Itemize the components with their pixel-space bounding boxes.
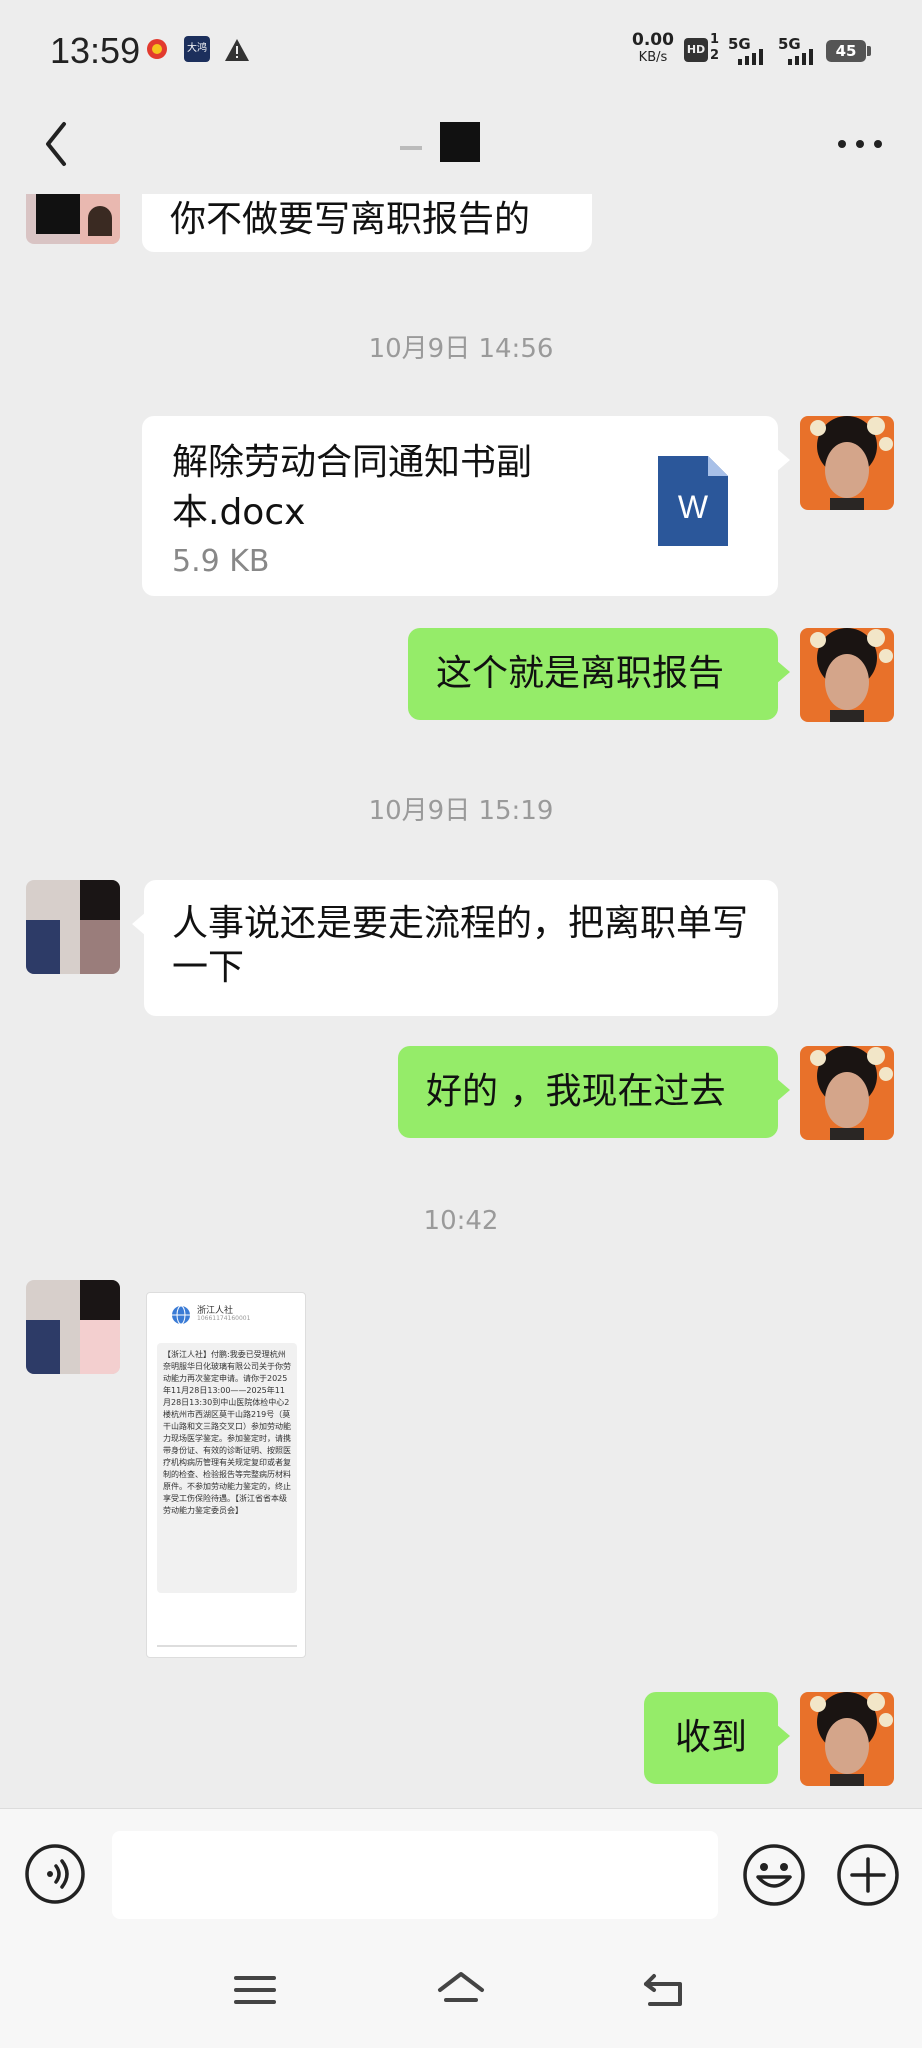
message-bubble[interactable]: 这个就是离职报告: [408, 628, 790, 720]
system-nav-bar: [0, 1928, 922, 2048]
word-file-icon: W: [658, 456, 728, 546]
voice-icon[interactable]: [24, 1843, 86, 1905]
thumb-body: 【浙江人社】付鹏:我委已受理杭州奈明服华日化玻璃有限公司关于你劳动能力再次鉴定申…: [157, 1343, 297, 1593]
status-bar: 13:59 大鸿 0.00 KB/s HD 12 5G 5G 45: [0, 0, 922, 102]
battery-icon: 45: [826, 40, 866, 62]
menu-icon[interactable]: [230, 1970, 280, 2010]
message-text: 你不做要写离职报告的: [170, 199, 531, 240]
sim-labels: 12: [710, 32, 720, 63]
thumb-subtitle: 10661174160001: [197, 1315, 251, 1322]
avatar-self[interactable]: [800, 1692, 894, 1786]
more-dots-icon[interactable]: [830, 124, 890, 164]
app-notification-icon: [147, 39, 167, 59]
message-bubble[interactable]: 收到: [644, 1692, 790, 1784]
avatar-contact[interactable]: [26, 1280, 120, 1374]
avatar-self[interactable]: [800, 416, 894, 510]
self-avatar-icon: [800, 416, 894, 510]
file-size: 5.9 KB: [172, 544, 270, 579]
avatar-contact[interactable]: [26, 194, 120, 244]
hd-icon: HD: [684, 38, 708, 62]
back-icon[interactable]: [640, 1970, 690, 2010]
message-text: 好的 ，我现在过去: [426, 1071, 726, 1112]
self-avatar-icon: [800, 628, 894, 722]
chat-title-redacted: [400, 120, 480, 162]
message-text: 这个就是离职报告: [436, 653, 725, 694]
message-text: 收到: [674, 1717, 747, 1758]
avatar-self[interactable]: [800, 628, 894, 722]
signal-5g-1: 5G: [728, 34, 766, 65]
emoji-icon[interactable]: [742, 1843, 806, 1907]
input-bar: [0, 1808, 922, 1928]
home-icon[interactable]: [436, 1970, 486, 2010]
svg-text:W: W: [678, 489, 709, 525]
message-bubble[interactable]: 你不做要写离职报告的: [142, 194, 592, 252]
self-avatar-icon: [800, 1046, 894, 1140]
timestamp: 10月9日 14:56: [368, 334, 554, 364]
file-name: 解除劳动合同通知书副本.docx: [172, 442, 533, 533]
file-message-card[interactable]: 解除劳动合同通知书副本.docx 5.9 KB W: [142, 416, 790, 596]
plus-icon[interactable]: [836, 1843, 900, 1907]
avatar-self[interactable]: [800, 1046, 894, 1140]
message-input[interactable]: [112, 1831, 718, 1919]
timestamp: 10:42: [423, 1206, 499, 1236]
message-bubble[interactable]: 好的 ，我现在过去: [398, 1046, 790, 1138]
signal-5g-2: 5G: [778, 34, 816, 65]
app-badge: 大鸿: [184, 36, 210, 62]
warning-icon: [225, 39, 249, 61]
message-text: 人事说还是要走流程的，把离职单写一下: [172, 903, 749, 988]
chevron-left-icon[interactable]: [30, 116, 90, 176]
image-message-thumbnail[interactable]: 浙江人社 10661174160001 【浙江人社】付鹏:我委已受理杭州奈明服华…: [146, 1292, 306, 1658]
self-avatar-icon: [800, 1692, 894, 1786]
chat-area[interactable]: 你不做要写离职报告的 10月9日 14:56 解除劳动合同通知书副本.docx …: [0, 194, 922, 1808]
battery-tip: [867, 46, 871, 56]
message-bubble[interactable]: 人事说还是要走流程的，把离职单写一下: [132, 880, 778, 1016]
status-time: 13:59: [50, 30, 141, 71]
network-speed: 0.00 KB/s: [632, 30, 674, 66]
chat-header: [0, 102, 922, 194]
timestamp: 10月9日 15:19: [368, 796, 554, 826]
avatar-contact[interactable]: [26, 880, 120, 974]
globe-icon: [172, 1305, 190, 1325]
